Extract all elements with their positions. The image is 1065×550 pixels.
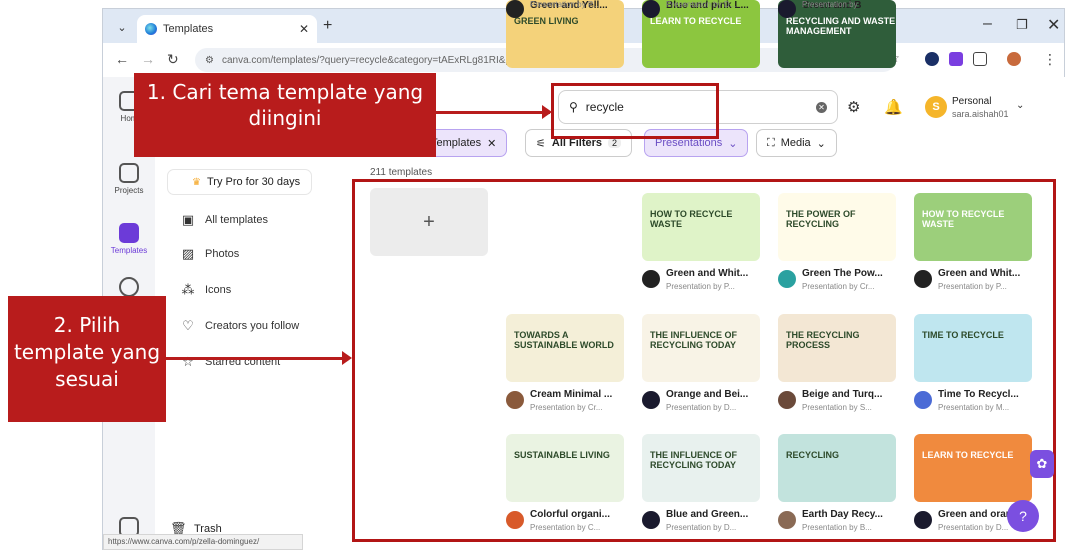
template-icon: ▣ xyxy=(181,212,195,227)
search-highlight-box xyxy=(551,83,719,139)
sidebar-item-photos[interactable]: ▨ Photos xyxy=(181,247,239,261)
callout-step-1: 1. Cari tema template yang diingini xyxy=(134,73,436,157)
apps-icon xyxy=(119,277,139,297)
sidebar-item-label: Creators you follow xyxy=(205,320,300,332)
chip-label: Templates xyxy=(431,137,482,149)
arrow-head-icon xyxy=(342,351,352,365)
media-icon: ⛶ xyxy=(767,136,775,149)
sidebar-item-icons[interactable]: ⁂ Icons xyxy=(181,282,232,297)
avatar[interactable]: S xyxy=(925,96,947,118)
chevron-down-icon[interactable]: ⌄ xyxy=(1016,100,1024,111)
arrow-step-2 xyxy=(166,357,346,360)
arrow-head-icon xyxy=(542,105,552,119)
folder-icon xyxy=(119,163,139,183)
sidebar-item-creators[interactable]: ♡ Creators you follow xyxy=(181,319,299,333)
creator-avatar[interactable] xyxy=(506,0,524,18)
creator-avatar[interactable] xyxy=(778,0,796,18)
creator-avatar[interactable] xyxy=(642,0,660,18)
try-pro-button[interactable]: ♛ Try Pro for 30 days xyxy=(167,169,312,195)
reload-icon[interactable]: ↻ xyxy=(167,51,179,68)
notifications-bell-icon[interactable]: 🔔 xyxy=(884,98,903,116)
thumbnail-title: RECYCLING AND WASTE MANAGEMENT xyxy=(786,16,896,36)
chevron-down-icon: ⌄ xyxy=(816,137,826,150)
tab-title: Templates xyxy=(163,23,214,35)
back-icon[interactable]: ← xyxy=(115,51,129,67)
close-icon[interactable]: ✕ xyxy=(487,137,496,150)
templates-icon xyxy=(119,223,139,243)
shapes-icon: ⁂ xyxy=(181,282,195,297)
help-button[interactable]: ? xyxy=(1007,500,1039,532)
extensions-puzzle-icon[interactable] xyxy=(973,52,987,66)
browser-menu-icon[interactable]: ⋮ xyxy=(1043,51,1057,68)
profile-icon[interactable] xyxy=(1007,52,1021,66)
forward-icon[interactable]: → xyxy=(141,51,155,67)
rail-label: Templates xyxy=(110,246,148,255)
site-info-icon[interactable]: ⚙ xyxy=(205,55,214,66)
canva-favicon-icon xyxy=(145,23,157,35)
thumbnail-title: Learn to recycle xyxy=(650,16,742,26)
settings-gear-icon[interactable]: ⚙ xyxy=(847,98,860,116)
template-creator: Presentation by D... xyxy=(666,0,737,9)
minimize-button[interactable]: – xyxy=(983,15,992,33)
sidebar-item-label: All templates xyxy=(205,214,268,226)
callout-step-2: 2. Pilih template yang sesuai xyxy=(8,296,166,422)
rail-label: Projects xyxy=(114,186,144,195)
close-window-button[interactable]: ✕ xyxy=(1047,15,1060,35)
chip-label: Media xyxy=(780,137,811,149)
restore-button[interactable]: ❐ xyxy=(1016,17,1028,33)
media-filter-chip[interactable]: ⛶ Media ⌄ xyxy=(756,129,837,157)
extension-icon[interactable] xyxy=(949,52,963,66)
account-email: sara.aishah01 xyxy=(952,109,1009,119)
chevron-down-icon: ⌄ xyxy=(728,137,738,150)
status-url: https://www.canva.com/p/zella-dominguez/ xyxy=(108,537,260,546)
tab-list-button[interactable]: ⌄ xyxy=(111,17,133,37)
magic-icon[interactable]: ✿ xyxy=(1030,450,1054,478)
account-name: Personal xyxy=(952,96,992,107)
try-pro-label: Try Pro for 30 days xyxy=(206,176,301,188)
crown-icon: ♛ xyxy=(192,176,201,188)
template-creator: Presentation by P... xyxy=(530,0,599,9)
grid-highlight-box xyxy=(352,179,1056,542)
heart-icon: ♡ xyxy=(182,318,194,333)
arrow-step-1 xyxy=(436,111,550,114)
rail-templates[interactable]: Templates xyxy=(103,223,155,255)
filter-count-badge: 2 xyxy=(608,138,622,148)
template-creator: Presentation by xyxy=(802,0,858,9)
browser-tab[interactable]: Templates ✕ xyxy=(137,15,317,43)
sidebar-item-all-templates[interactable]: ▣ All templates xyxy=(181,213,268,227)
clear-search-icon[interactable]: ✕ xyxy=(816,101,827,113)
status-bar: https://www.canva.com/p/zella-dominguez/ xyxy=(103,534,303,550)
rail-projects[interactable]: Projects xyxy=(103,163,155,195)
sidebar-item-label: Photos xyxy=(205,248,240,260)
filter-icon: ⚟ xyxy=(536,137,546,150)
account-info[interactable]: Personal sara.aishah01 xyxy=(952,96,1009,120)
thumbnail-title: GREEN LIVING xyxy=(514,16,579,26)
results-count: 211 templates xyxy=(370,167,433,178)
new-tab-button[interactable]: + xyxy=(323,17,332,35)
close-tab-icon[interactable]: ✕ xyxy=(299,22,309,36)
extension-icon[interactable] xyxy=(925,52,939,66)
sidebar-item-label: Icons xyxy=(205,284,232,296)
photo-icon: ▨ xyxy=(181,246,195,261)
